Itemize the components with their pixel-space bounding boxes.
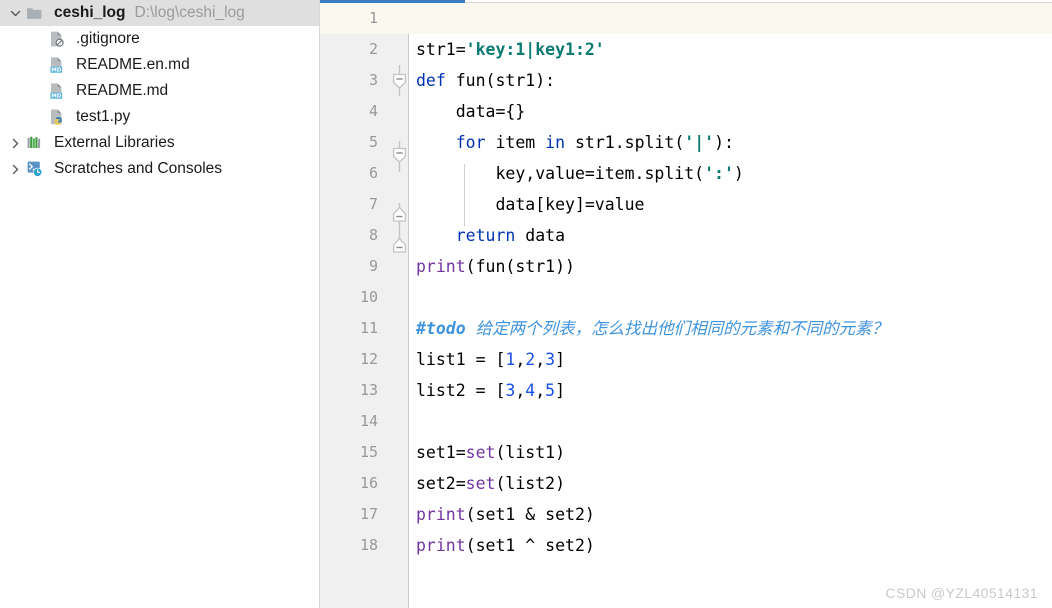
- code-line[interactable]: 17 print(set1 & set2): [320, 499, 1052, 530]
- code-line[interactable]: 11 #todo 给定两个列表，怎么找出他们相同的元素和不同的元素？: [320, 313, 1052, 344]
- code-line[interactable]: 18 print(set1 ^ set2): [320, 530, 1052, 561]
- code-line[interactable]: 1: [320, 3, 1052, 34]
- line-number: 3: [368, 71, 378, 89]
- code-line[interactable]: 4 data={}: [320, 96, 1052, 127]
- markdown-file-icon: MD: [48, 82, 72, 100]
- line-number: 4: [368, 102, 378, 120]
- line-number: 6: [368, 164, 378, 182]
- csdn-watermark: CSDN @YZL40514131: [885, 585, 1038, 601]
- code-lines[interactable]: 1 2 str1='key:1|key1:2' 3 def fun(str1):…: [320, 3, 1052, 608]
- line-content[interactable]: data[key]=value: [416, 189, 644, 220]
- tree-row-scratches-and-consoles[interactable]: Scratches and Consoles: [0, 156, 319, 182]
- code-line[interactable]: 16 set2=set(list2): [320, 468, 1052, 499]
- line-number: 7: [368, 195, 378, 213]
- gitignore-file-icon: [48, 30, 72, 48]
- project-tree-panel: ceshi_log D:\log\ceshi_log .gitignore MD…: [0, 0, 320, 608]
- code-line[interactable]: 14: [320, 406, 1052, 437]
- tree-label-external-libraries: External Libraries: [54, 134, 175, 151]
- pycharm-window: ceshi_log D:\log\ceshi_log .gitignore MD…: [0, 0, 1052, 608]
- line-content[interactable]: print(fun(str1)): [416, 251, 575, 282]
- line-number: 1: [368, 9, 378, 27]
- code-line[interactable]: 5 for item in str1.split('|'):: [320, 127, 1052, 158]
- code-scroll-area[interactable]: 1 2 str1='key:1|key1:2' 3 def fun(str1):…: [320, 3, 1052, 608]
- folder-icon: [26, 6, 50, 21]
- code-line[interactable]: 6 key,value=item.split(':'): [320, 158, 1052, 189]
- scratches-icon: [26, 160, 50, 178]
- chevron-right-icon[interactable]: [4, 137, 26, 150]
- libraries-icon: [26, 135, 50, 151]
- line-number: 11: [359, 319, 378, 337]
- line-content[interactable]: data={}: [416, 96, 526, 127]
- markdown-file-icon: MD: [48, 56, 72, 74]
- python-file-icon: [48, 108, 72, 126]
- code-line[interactable]: 12 list1 = [1,2,3]: [320, 344, 1052, 375]
- svg-text:MD: MD: [51, 68, 62, 74]
- line-number: 16: [359, 474, 378, 492]
- tree-row-readme-md[interactable]: MD README.md: [0, 78, 319, 104]
- tree-row-test1-py[interactable]: test1.py: [0, 104, 319, 130]
- project-root-name: ceshi_log: [54, 4, 126, 21]
- code-line[interactable]: 7 data[key]=value: [320, 189, 1052, 220]
- tree-label-gitignore: .gitignore: [76, 30, 140, 47]
- line-number: 10: [359, 288, 378, 306]
- line-number: 18: [359, 536, 378, 554]
- line-number: 12: [359, 350, 378, 368]
- tree-row-external-libraries[interactable]: External Libraries: [0, 130, 319, 156]
- tree-label-readme-md: README.md: [76, 82, 169, 99]
- line-content[interactable]: for item in str1.split('|'):: [416, 127, 734, 158]
- line-number: 5: [368, 133, 378, 151]
- code-line[interactable]: 3 def fun(str1):: [320, 65, 1052, 96]
- line-number: 15: [359, 443, 378, 461]
- tree-label-scratches-and-consoles: Scratches and Consoles: [54, 160, 223, 177]
- line-number: 8: [368, 226, 378, 244]
- line-number: 17: [359, 505, 378, 523]
- tree-label-readme-en-md: README.en.md: [76, 56, 190, 73]
- line-content[interactable]: str1='key:1|key1:2': [416, 34, 605, 65]
- line-content[interactable]: list1 = [1,2,3]: [416, 344, 565, 375]
- line-content[interactable]: return data: [416, 220, 565, 251]
- project-root-path: D:\log\ceshi_log: [134, 4, 245, 21]
- svg-text:MD: MD: [51, 94, 62, 100]
- line-number: 13: [359, 381, 378, 399]
- chevron-right-icon[interactable]: [4, 163, 26, 176]
- line-content[interactable]: print(set1 ^ set2): [416, 530, 595, 561]
- code-line[interactable]: 10: [320, 282, 1052, 313]
- line-content[interactable]: print(set1 & set2): [416, 499, 595, 530]
- code-line[interactable]: 8 return data: [320, 220, 1052, 251]
- tree-row-gitignore[interactable]: .gitignore: [0, 26, 319, 52]
- code-line[interactable]: 13 list2 = [3,4,5]: [320, 375, 1052, 406]
- tree-row-project-root[interactable]: ceshi_log D:\log\ceshi_log: [0, 0, 319, 26]
- line-content[interactable]: key,value=item.split(':'): [416, 158, 743, 189]
- tree-row-readme-en-md[interactable]: MD README.en.md: [0, 52, 319, 78]
- code-line[interactable]: 2 str1='key:1|key1:2': [320, 34, 1052, 65]
- code-line[interactable]: 9 print(fun(str1)): [320, 251, 1052, 282]
- code-editor-panel: 1 2 str1='key:1|key1:2' 3 def fun(str1):…: [320, 0, 1052, 608]
- tree-label-test1-py: test1.py: [76, 108, 131, 125]
- line-number: 9: [368, 257, 378, 275]
- code-line[interactable]: 15 set1=set(list1): [320, 437, 1052, 468]
- line-content[interactable]: set1=set(list1): [416, 437, 565, 468]
- line-content-comment[interactable]: #todo 给定两个列表，怎么找出他们相同的元素和不同的元素？: [416, 313, 888, 344]
- line-content[interactable]: def fun(str1):: [416, 65, 555, 96]
- line-number: 2: [368, 40, 378, 58]
- line-number: 14: [359, 412, 378, 430]
- line-content[interactable]: set2=set(list2): [416, 468, 565, 499]
- chevron-down-icon[interactable]: [4, 7, 26, 20]
- line-content[interactable]: list2 = [3,4,5]: [416, 375, 565, 406]
